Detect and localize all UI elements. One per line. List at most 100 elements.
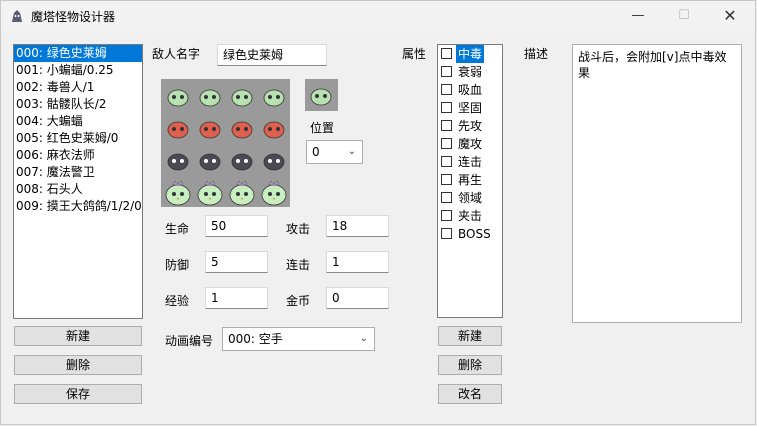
green-slime-sprite[interactable]: [260, 82, 288, 110]
slime-king-sprite[interactable]: [228, 178, 256, 206]
sprite-sheet[interactable]: [161, 79, 290, 207]
slime-king-sprite[interactable]: [196, 178, 224, 206]
position-select[interactable]: 0 ⌄: [306, 140, 363, 164]
green-slime-sprite[interactable]: [164, 82, 192, 110]
attribute-checkbox[interactable]: 先攻: [438, 117, 502, 135]
close-button[interactable]: ✕: [707, 1, 753, 31]
attribute-label: 夹击: [458, 209, 483, 223]
attribute-label: 中毒: [456, 45, 485, 63]
checkbox-box[interactable]: [441, 192, 452, 203]
combo-label: 连击: [286, 258, 311, 272]
attribute-label: 坚固: [458, 101, 483, 115]
checkbox-box[interactable]: [441, 156, 452, 167]
atk-label: 攻击: [286, 222, 311, 236]
checkbox-box[interactable]: [441, 120, 452, 131]
monster-list-item[interactable]: 008: 石头人: [14, 181, 142, 198]
slime-king-sprite[interactable]: [164, 178, 192, 206]
attribute-checkbox[interactable]: 中毒: [438, 45, 502, 63]
checkbox-box[interactable]: [441, 210, 452, 221]
attribute-checkbox[interactable]: 连击: [438, 153, 502, 171]
monster-list-item[interactable]: 006: 麻衣法师: [14, 147, 142, 164]
dark-slime-sprite[interactable]: [260, 146, 288, 174]
monster-list-item[interactable]: 000: 绿色史莱姆: [14, 45, 142, 62]
checkbox-box[interactable]: [441, 228, 452, 239]
slime-king-sprite[interactable]: [260, 178, 288, 206]
attribute-checkbox[interactable]: 再生: [438, 171, 502, 189]
exp-label: 经验: [165, 294, 190, 308]
checkbox-box[interactable]: [441, 138, 452, 149]
red-slime-sprite[interactable]: [164, 114, 192, 142]
maximize-button[interactable]: ☐: [661, 1, 707, 31]
delete-monster-button[interactable]: 删除: [14, 355, 142, 375]
monster-list-item[interactable]: 009: 摸王大鸽鸽/1/2/0: [14, 198, 142, 215]
attribute-checkbox[interactable]: 吸血: [438, 81, 502, 99]
minimize-button[interactable]: —: [615, 1, 661, 31]
attribute-checkbox[interactable]: 夹击: [438, 207, 502, 225]
def-field[interactable]: 5: [205, 251, 268, 273]
combo-field[interactable]: 1: [326, 251, 389, 273]
attribute-checkbox[interactable]: 坚固: [438, 99, 502, 117]
rename-attribute-button[interactable]: 改名: [438, 384, 502, 404]
monster-list-item[interactable]: 005: 红色史莱姆/0: [14, 130, 142, 147]
attribute-checkbox[interactable]: BOSS: [438, 225, 502, 243]
attribute-label: BOSS: [458, 227, 491, 241]
attribute-label: 领域: [458, 191, 483, 205]
red-slime-sprite[interactable]: [196, 114, 224, 142]
checkbox-box[interactable]: [441, 66, 452, 77]
hp-field[interactable]: 50: [205, 215, 268, 237]
red-slime-sprite[interactable]: [228, 114, 256, 142]
def-label: 防御: [165, 258, 190, 272]
description-textarea[interactable]: 战斗后，会附加[v]点中毒效果: [572, 44, 742, 323]
monster-list-item[interactable]: 007: 魔法警卫: [14, 164, 142, 181]
checkbox-box[interactable]: [441, 84, 452, 95]
animation-value: 000: 空手: [228, 332, 283, 346]
app-window: 魔塔怪物设计器 — ☐ ✕ 000: 绿色史莱姆 001: 小蝙蝠/0.25 0…: [0, 0, 756, 425]
monster-list-item[interactable]: 001: 小蝙蝠/0.25: [14, 62, 142, 79]
atk-field[interactable]: 18: [326, 215, 389, 237]
attribute-label: 魔攻: [458, 137, 483, 151]
new-attribute-button[interactable]: 新建: [438, 326, 502, 346]
attribute-checkbox[interactable]: 魔攻: [438, 135, 502, 153]
monster-list-item[interactable]: 002: 毒兽人/1: [14, 79, 142, 96]
monster-list-item[interactable]: 004: 大蝙蝠: [14, 113, 142, 130]
delete-attribute-button[interactable]: 删除: [438, 355, 502, 375]
animation-select[interactable]: 000: 空手 ⌄: [222, 327, 375, 351]
description-label: 描述: [524, 47, 549, 61]
name-field[interactable]: 绿色史莱姆: [217, 44, 327, 66]
attribute-label: 吸血: [458, 83, 483, 97]
position-label: 位置: [310, 121, 335, 135]
chevron-down-icon: ⌄: [359, 333, 368, 344]
new-monster-button[interactable]: 新建: [14, 326, 142, 346]
sprite-preview: [305, 79, 338, 111]
attributes-checklist[interactable]: 中毒衰弱吸血坚固先攻魔攻连击再生领域夹击 BOSS: [437, 44, 503, 318]
checkbox-box[interactable]: [441, 102, 452, 113]
attribute-label: 再生: [458, 173, 483, 187]
checkbox-box[interactable]: [441, 48, 452, 59]
save-button[interactable]: 保存: [14, 384, 142, 404]
attribute-checkbox[interactable]: 衰弱: [438, 63, 502, 81]
red-slime-sprite[interactable]: [260, 114, 288, 142]
green-slime-sprite[interactable]: [228, 82, 256, 110]
green-slime-sprite[interactable]: [196, 82, 224, 110]
monster-list-item[interactable]: 003: 骷髅队长/2: [14, 96, 142, 113]
app-icon: [12, 10, 22, 22]
dark-slime-sprite[interactable]: [196, 146, 224, 174]
gold-label: 金币: [286, 294, 311, 308]
chevron-down-icon: ⌄: [347, 146, 356, 157]
attribute-checkbox[interactable]: 领域: [438, 189, 502, 207]
attribute-label: 先攻: [458, 119, 483, 133]
checkbox-box[interactable]: [441, 174, 452, 185]
gold-field[interactable]: 0: [326, 287, 389, 309]
monster-listbox[interactable]: 000: 绿色史莱姆 001: 小蝙蝠/0.25 002: 毒兽人/1 003:…: [13, 44, 143, 319]
green-slime-sprite: [307, 81, 335, 109]
attribute-label: 衰弱: [458, 65, 483, 79]
name-label: 敌人名字: [152, 47, 201, 61]
dark-slime-sprite[interactable]: [164, 146, 192, 174]
hp-label: 生命: [165, 222, 190, 236]
attributes-label: 属性: [402, 47, 427, 61]
exp-field[interactable]: 1: [205, 287, 268, 309]
attribute-label: 连击: [458, 155, 483, 169]
dark-slime-sprite[interactable]: [228, 146, 256, 174]
position-value: 0: [312, 145, 320, 159]
animation-label: 动画编号: [165, 334, 214, 348]
